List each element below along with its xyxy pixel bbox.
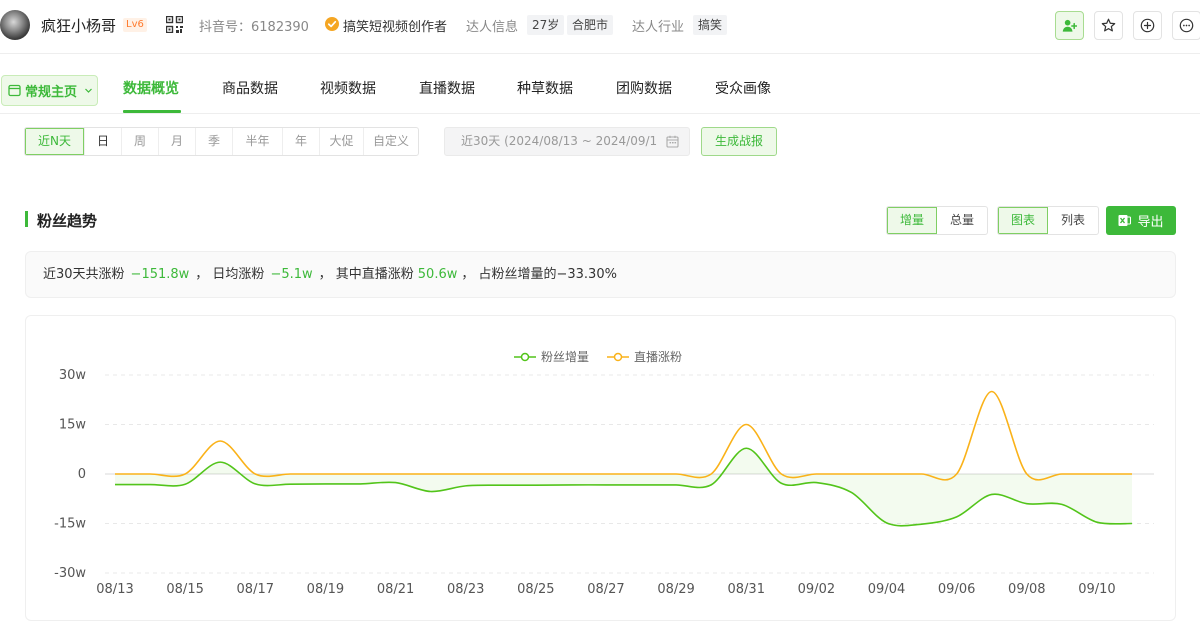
range-recent-n-days[interactable]: 近N天 (25, 128, 85, 155)
tab-video-data[interactable]: 视频数据 (320, 78, 376, 98)
mode-toggle: 增量 总量 (886, 206, 988, 235)
mode-increment-button[interactable]: 增量 (887, 207, 937, 234)
qr-code-icon[interactable] (166, 16, 183, 33)
range-quarter[interactable]: 季 (196, 128, 233, 155)
range-day[interactable]: 日 (85, 128, 122, 155)
x-tick-label: 08/13 (96, 582, 133, 597)
add-follow-button[interactable] (1055, 11, 1084, 40)
tab-group-buy-data[interactable]: 团购数据 (616, 78, 672, 98)
tab-live-data[interactable]: 直播数据 (419, 78, 475, 98)
chevron-down-icon (85, 88, 92, 93)
x-tick-label: 08/19 (307, 582, 344, 597)
calendar-icon (666, 135, 679, 148)
avatar[interactable] (0, 10, 30, 40)
industry-label: 达人行业 (632, 20, 685, 35)
industry-tag: 搞笑 (693, 15, 728, 35)
x-tick-label: 08/23 (447, 582, 484, 597)
summary-text-4: ， 占粉丝增量的−33.30% (461, 267, 617, 282)
section-title: 粉丝趋势 (37, 212, 98, 230)
tab-audience-profile[interactable]: 受众画像 (715, 78, 771, 98)
age-tag: 27岁 (527, 15, 565, 35)
mode-total-button[interactable]: 总量 (937, 207, 987, 234)
home-page-icon (8, 84, 21, 97)
x-tick-label: 08/25 (517, 582, 554, 597)
x-tick-label: 08/21 (377, 582, 414, 597)
x-tick-label: 09/10 (1078, 582, 1115, 597)
home-dropdown-label: 常规主页 (25, 85, 78, 100)
star-icon (1101, 18, 1116, 32)
date-range-picker[interactable]: 近30天 (2024/08/13 ~ 2024/09/1 (444, 127, 690, 156)
tab-seeding-data[interactable]: 种草数据 (517, 78, 573, 98)
x-tick-label: 09/08 (1008, 582, 1045, 597)
more-button[interactable] (1172, 11, 1200, 40)
range-half-year[interactable]: 半年 (233, 128, 283, 155)
y-tick-label: 15w (59, 418, 87, 433)
export-button[interactable]: 导出 (1106, 206, 1176, 235)
date-range-selector: 近N天 日 周 月 季 半年 年 大促 自定义 (24, 127, 419, 156)
summary-live-value: 50.6w (417, 267, 458, 282)
range-month[interactable]: 月 (159, 128, 196, 155)
header: 疯狂小杨哥 Lv6 抖音号：6182390 搞笑短视频创作者 达人信息 27岁 … (0, 0, 1200, 54)
excel-icon (1118, 215, 1132, 226)
city-tag: 合肥市 (567, 15, 614, 35)
range-custom[interactable]: 自定义 (364, 128, 418, 155)
x-tick-label: 08/29 (657, 582, 694, 597)
range-week[interactable]: 周 (122, 128, 159, 155)
y-tick-label: 30w (59, 368, 87, 383)
active-tab-underline (123, 110, 181, 113)
plus-circle-icon (1140, 18, 1155, 33)
generate-report-button[interactable]: 生成战报 (701, 127, 777, 156)
level-badge: Lv6 (123, 18, 147, 32)
summary-text-2: ， 日均涨粉 (195, 267, 265, 282)
more-icon (1179, 18, 1194, 33)
summary-daily-value: −5.1w (270, 267, 313, 282)
x-tick-label: 08/27 (587, 582, 624, 597)
y-tick-label: -15w (54, 517, 86, 532)
view-chart-button[interactable]: 图表 (998, 207, 1048, 234)
verified-title: 搞笑短视频创作者 (343, 20, 448, 35)
series-area-fan-increment (115, 448, 1132, 526)
favorite-button[interactable] (1094, 11, 1123, 40)
series-line-live-fans (114, 390, 1132, 481)
summary-text-3: ， 其中直播涨粉 (318, 267, 414, 282)
user-add-icon (1062, 19, 1077, 32)
y-tick-label: -30w (54, 566, 86, 581)
fan-trend-chart-card: 粉丝增量 直播涨粉 30w 15w 0 -15w -30w 08/13 08/15 08/17… (25, 315, 1176, 621)
export-label: 导出 (1137, 215, 1164, 230)
summary-panel: 近30天共涨粉 −151.8w ， 日均涨粉 −5.1w ， 其中直播涨粉 50.6w， … (25, 251, 1176, 298)
x-tick-label: 08/31 (728, 582, 765, 597)
creator-info-label: 达人信息 (466, 20, 519, 35)
home-dropdown[interactable]: 常规主页 (1, 75, 98, 106)
creator-name: 疯狂小杨哥 (41, 17, 117, 35)
section-accent-bar (25, 211, 28, 227)
x-tick-label: 09/02 (798, 582, 835, 597)
tab-product-data[interactable]: 商品数据 (222, 78, 278, 98)
date-range-text: 近30天 (2024/08/13 ~ 2024/09/1 (461, 134, 658, 148)
summary-total-value: −151.8w (130, 267, 190, 282)
douyin-id: 抖音号：6182390 (199, 20, 309, 35)
fan-trend-chart: 30w 15w 0 -15w -30w 08/13 08/15 08/17 08/19 08/21… (54, 368, 1154, 597)
x-tick-label: 09/04 (868, 582, 905, 597)
x-tick-label: 08/15 (166, 582, 203, 597)
view-toggle: 图表 列表 (997, 206, 1099, 235)
main-nav: 常规主页 数据概览 商品数据 视频数据 直播数据 种草数据 团购数据 受众画像 (0, 54, 1200, 114)
verified-icon (325, 17, 339, 31)
summary-text-1: 近30天共涨粉 (43, 267, 125, 282)
tab-data-overview[interactable]: 数据概览 (123, 78, 179, 98)
x-tick-label: 08/17 (237, 582, 274, 597)
range-promotion[interactable]: 大促 (320, 128, 364, 155)
add-button[interactable] (1133, 11, 1162, 40)
level-text: Lv6 (126, 19, 144, 30)
view-list-button[interactable]: 列表 (1048, 207, 1098, 234)
x-tick-label: 09/06 (938, 582, 975, 597)
range-year[interactable]: 年 (283, 128, 320, 155)
y-tick-label: 0 (78, 467, 86, 482)
